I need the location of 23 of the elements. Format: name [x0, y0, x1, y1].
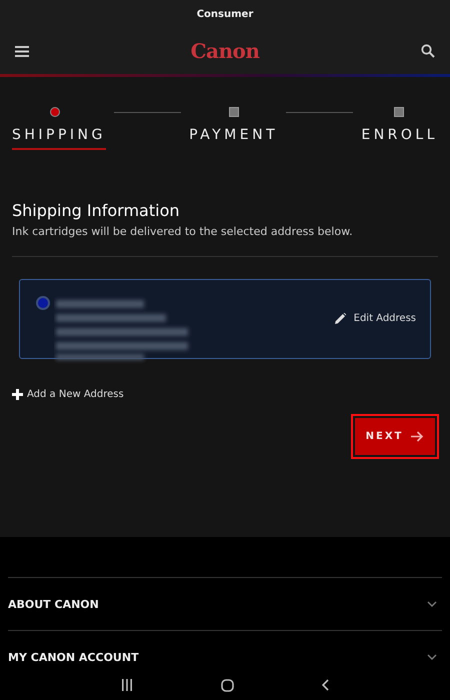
address-card[interactable]: Edit Address — [19, 279, 431, 359]
step-tab[interactable]: ENROLL — [361, 127, 438, 150]
search-icon[interactable] — [421, 44, 435, 58]
back-icon[interactable] — [322, 679, 329, 691]
footer-heading[interactable]: MY CANON ACCOUNT — [8, 650, 139, 664]
chevron-down-icon[interactable] — [427, 654, 437, 660]
next-button[interactable]: NEXT — [355, 418, 435, 455]
arrow-right-icon — [411, 431, 424, 442]
step-tab[interactable]: SHIPPING — [12, 127, 106, 150]
recent-apps-icon[interactable] — [121, 679, 133, 691]
chevron-down-icon[interactable] — [427, 601, 437, 607]
footer-heading[interactable]: ABOUT CANON — [8, 598, 99, 610]
plus-icon — [12, 389, 23, 400]
menu-icon[interactable] — [15, 46, 29, 56]
step-tab[interactable]: PAYMENT — [189, 127, 278, 150]
radio-button[interactable] — [36, 296, 50, 310]
section-title: Shipping Information — [12, 201, 180, 220]
page-title: Consumer — [196, 8, 254, 20]
home-icon[interactable] — [221, 678, 234, 692]
pencil-icon — [334, 313, 346, 324]
section-description: Ink cartridges will be delivered to the selected address below. — [12, 225, 354, 238]
edit-address-link[interactable]: Edit Address — [334, 313, 416, 324]
add-address-link[interactable]: Add a New Address — [12, 389, 124, 400]
